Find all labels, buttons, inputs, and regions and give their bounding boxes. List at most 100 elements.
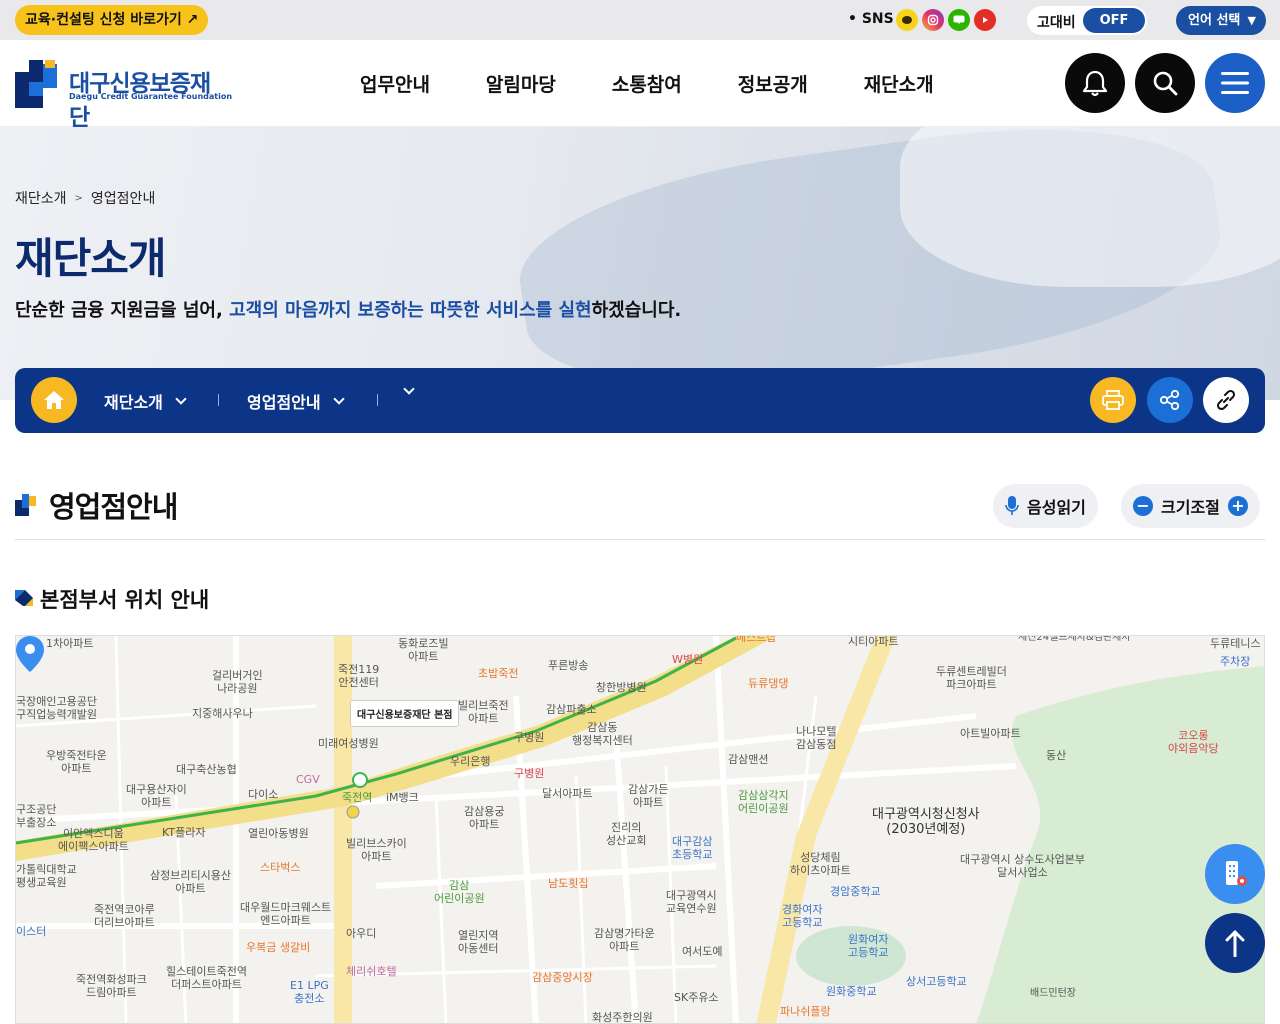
home-button[interactable] (31, 377, 77, 423)
plus-icon[interactable]: + (1227, 496, 1248, 516)
description-highlight: 고객의 마음까지 보증하는 따뜻한 서비스를 실현 (229, 300, 592, 321)
map-poi-label: 감삼용궁 아파트 (464, 805, 505, 831)
map-poi-label: 1차아파트 (46, 637, 94, 650)
map-poi-label: 죽전역화성파크 드림아파트 (76, 973, 147, 999)
caret-down-icon: ▼ (1247, 14, 1256, 27)
sns-label: • SNS (848, 11, 894, 27)
print-button[interactable] (1090, 377, 1136, 423)
link-icon (1216, 389, 1236, 411)
map-poi-label: 초밥죽전 (478, 667, 519, 680)
map-poi-label: 남도횟집 (548, 877, 589, 890)
map-poi-label: 푸른방송 (548, 659, 589, 672)
map-poi-label: 두류테니스 (1210, 637, 1261, 650)
map-poi-label: 진리의 성산교회 (606, 821, 647, 847)
high-contrast-toggle[interactable]: OFF (1083, 8, 1145, 33)
section-header: 영업점안내 음성읽기 − 크기조절 + (15, 484, 1265, 540)
microphone-icon (1005, 496, 1019, 515)
map-poi-label: 국장애인고용공단 구직업능력개발원 (16, 695, 97, 721)
nav-communication[interactable]: 소통참여 (612, 70, 682, 97)
map-poi-label: E1 LPG 충전소 (290, 979, 329, 1005)
map-poi-label: 우리은행 (450, 755, 491, 768)
map-poi-label: 열린지역 아동센터 (458, 929, 499, 955)
language-select-label: 언어 선택 (1188, 13, 1241, 28)
location-map[interactable]: 동화로즈빌 아파트 죽전119 안전센터 걸리버거인 나라공원 국장애인고용공단 구직업… (15, 635, 1265, 1024)
subsection-title: 본점부서 위치 안내 (40, 588, 210, 612)
nav-notice[interactable]: 알림마당 (486, 70, 556, 97)
search-button[interactable] (1135, 53, 1195, 113)
map-location-tooltip: 대구신용보증재단 본점 (350, 700, 460, 727)
map-poi-label: 감삼파출소 (546, 703, 597, 716)
map-poi-label: 대구축산농협 (176, 763, 237, 776)
map-poi-label: 체리쉬호텔 (346, 965, 397, 978)
kakao-icon[interactable] (896, 9, 918, 31)
map-poi-label: 지중해사우나 (192, 707, 253, 720)
utility-bar: 교육·컨설팅 신청 바로가기 ↗ • SNS 고대비 OFF 언어 선택 ▼ (0, 0, 1280, 40)
search-icon (1153, 71, 1178, 96)
notification-button[interactable] (1065, 53, 1125, 113)
map-poi-label: 나나모텔 감삼동점 (796, 725, 837, 751)
nav-information-disclosure[interactable]: 정보공개 (738, 70, 808, 97)
youtube-icon[interactable] (974, 9, 996, 31)
map-poi-label: 빌리브죽전 아파트 (458, 699, 509, 725)
read-aloud-button[interactable]: 음성읽기 (993, 484, 1098, 528)
sub-navigation-bar: 재단소개 영업점안내 (15, 368, 1265, 433)
map-poi-label: SK주유소 (674, 991, 719, 1004)
map-poi-label: 대구광역시청신청사 (2030년예정) (872, 807, 980, 837)
map-poi-label: 죽전역 (342, 791, 373, 804)
map-poi-label: 우복금 생갈비 (246, 941, 311, 954)
map-poi-label: 원화중학교 (826, 985, 877, 998)
map-poi-label: 걸리버거인 나라공원 (212, 669, 263, 695)
scroll-top-button[interactable] (1205, 913, 1265, 973)
site-logo[interactable]: 대구신용보증재단 Daegu Credit Guarantee Foundati… (15, 60, 232, 131)
map-poi-label: 동화로즈빌 아파트 (398, 637, 449, 663)
sns-icons (896, 9, 996, 31)
map-poi-label: 가톨릭대학교 평생교육원 (16, 863, 77, 889)
description-text: 하겠습니다. (591, 300, 682, 321)
branch-map-floating-button[interactable] (1205, 844, 1265, 904)
map-poi-label: 시티아파트 (848, 635, 899, 648)
map-poi-label: 감삼중앙시장 (532, 971, 593, 984)
nav-business-guide[interactable]: 업무안내 (360, 70, 430, 97)
map-poi-label: 듀류댕댕 (748, 677, 789, 690)
breadcrumb-separator: > (74, 192, 83, 204)
page-title: 재단소개 (15, 234, 167, 283)
font-size-label: 크기조절 (1161, 498, 1220, 517)
map-poi-label: 감삼가든 아파트 (628, 783, 669, 809)
map-poi-label: 감삼맨션 (728, 753, 769, 766)
subnav-dropdown-depth1[interactable]: 재단소개 (104, 389, 187, 413)
nav-about-foundation[interactable]: 재단소개 (864, 70, 934, 97)
subnav-label: 영업점안내 (247, 393, 321, 412)
map-pin-icon[interactable] (16, 636, 44, 672)
logo-subtext: Daegu Credit Guarantee Foundation (69, 92, 233, 101)
menu-button[interactable] (1205, 53, 1265, 113)
copy-link-button[interactable] (1203, 377, 1249, 423)
share-button[interactable] (1147, 377, 1193, 423)
subnav-dropdown-depth3[interactable] (403, 383, 415, 395)
high-contrast-switch[interactable]: 고대비 OFF (1027, 6, 1147, 35)
breadcrumb-item[interactable]: 재단소개 (15, 188, 67, 208)
read-aloud-label: 음성읽기 (1027, 498, 1086, 517)
map-poi-label: 아트빌아파트 (960, 727, 1021, 740)
page-hero: 재단소개 > 영업점안내 재단소개 단순한 금융 지원금을 넘어, 고객의 마음… (0, 127, 1280, 400)
map-poi-label: CGV (296, 773, 320, 786)
language-select[interactable]: 언어 선택 ▼ (1176, 6, 1266, 35)
naver-blog-icon[interactable] (948, 9, 970, 31)
print-icon (1102, 390, 1124, 410)
logo-mark-icon (15, 60, 57, 108)
map-poi-label: 경암중학교 (830, 885, 881, 898)
instagram-icon[interactable] (922, 9, 944, 31)
map-poi-label: 우방죽전타운 아파트 (46, 749, 107, 775)
map-poi-label: 빌리브스카이 아파트 (346, 837, 407, 863)
minus-icon[interactable]: − (1133, 496, 1153, 516)
map-poi-label: 대구광역시 교육연수원 (666, 889, 717, 915)
map-poi-label: 여서도예 (682, 945, 723, 958)
map-poi-label: 미래여성병원 (318, 737, 379, 750)
chevron-down-icon (403, 383, 415, 395)
home-icon (44, 391, 64, 409)
map-poi-label: 감삼삼각지 어린이공원 (738, 789, 789, 815)
map-poi-label: 열린아동병원 (248, 827, 309, 840)
section-title-mark-icon (15, 494, 36, 516)
consulting-apply-link[interactable]: 교육·컨설팅 신청 바로가기 ↗ (15, 5, 209, 35)
subnav-dropdown-depth2[interactable]: 영업점안내 (247, 389, 345, 413)
map-poi-label: 이안엑스디움 에이팩스아파트 (58, 827, 129, 853)
